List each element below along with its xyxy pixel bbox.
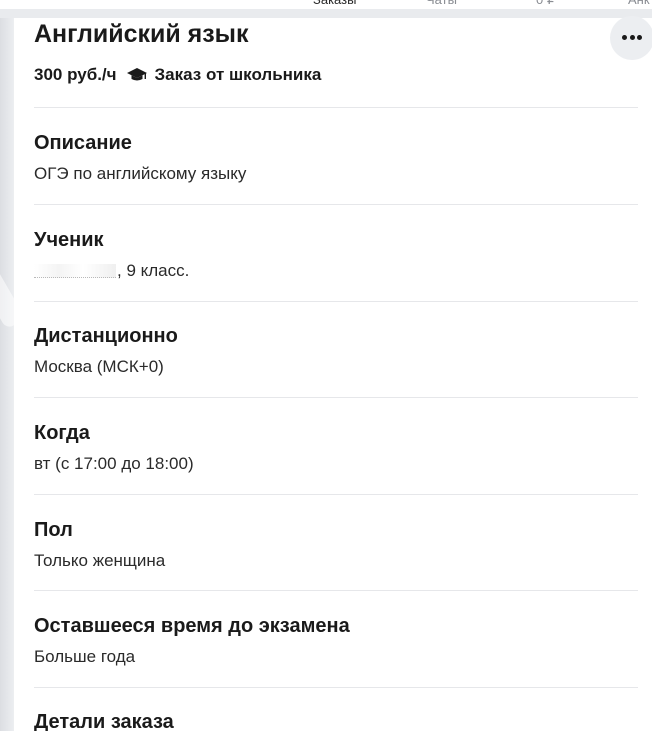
order-title: Английский язык — [34, 20, 249, 48]
section-label: Ученик — [34, 229, 104, 251]
section-remote: Дистанционно Москва (МСК+0) — [34, 323, 634, 378]
graduation-cap-icon — [126, 68, 147, 81]
section-value-row: , 9 класс. — [34, 260, 634, 282]
section-value: Только женщина — [34, 551, 166, 570]
redacted-name — [34, 264, 116, 278]
divider — [34, 494, 638, 495]
divider — [34, 397, 638, 398]
tab-chats[interactable]: Чаты — [426, 0, 457, 9]
order-price: 300 руб./ч — [34, 65, 117, 84]
left-shadow-strip — [0, 18, 26, 731]
order-meta: 300 руб./ч Заказ от школьника — [34, 64, 321, 86]
section-value: Больше года — [34, 647, 136, 666]
section-time-to-exam: Оставшееся время до экзамена Больше года — [34, 613, 634, 668]
order-card: Английский язык 300 руб./ч Заказ от школ… — [14, 16, 652, 731]
section-student: Ученик , 9 класс. — [34, 227, 634, 282]
section-gender: Пол Только женщина — [34, 517, 634, 572]
section-order-details: Детали заказа — [34, 709, 634, 731]
section-when: Когда вт (с 17:00 до 18:00) — [34, 420, 634, 475]
more-options-button[interactable] — [610, 16, 652, 60]
divider — [34, 301, 638, 302]
tab-orders[interactable]: Заказы — [313, 0, 356, 9]
divider — [34, 590, 638, 591]
section-description: Описание ОГЭ по английскому языку — [34, 130, 634, 185]
tab-profile[interactable]: Анк — [628, 0, 650, 9]
section-label: Оставшееся время до экзамена — [34, 615, 350, 637]
more-dots-icon — [622, 35, 627, 40]
divider — [34, 687, 638, 688]
tab-balance[interactable]: 0 ₽ — [536, 0, 555, 9]
top-tab-bar: Заказы Чаты 0 ₽ Анк — [0, 0, 652, 9]
order-page: Заказы Чаты 0 ₽ Анк Английский язык 300 … — [0, 0, 652, 731]
divider — [34, 107, 638, 108]
section-label: Пол — [34, 519, 73, 541]
order-source: Заказ от школьника — [154, 65, 322, 84]
divider — [34, 204, 638, 205]
section-value: ОГЭ по английскому языку — [34, 164, 247, 183]
section-value: Москва (МСК+0) — [34, 357, 164, 376]
section-value: вт (с 17:00 до 18:00) — [34, 454, 194, 473]
section-label: Описание — [34, 132, 132, 154]
section-value: , 9 класс. — [117, 261, 190, 280]
section-label: Детали заказа — [34, 711, 174, 731]
section-label: Когда — [34, 422, 90, 444]
section-label: Дистанционно — [34, 325, 178, 347]
